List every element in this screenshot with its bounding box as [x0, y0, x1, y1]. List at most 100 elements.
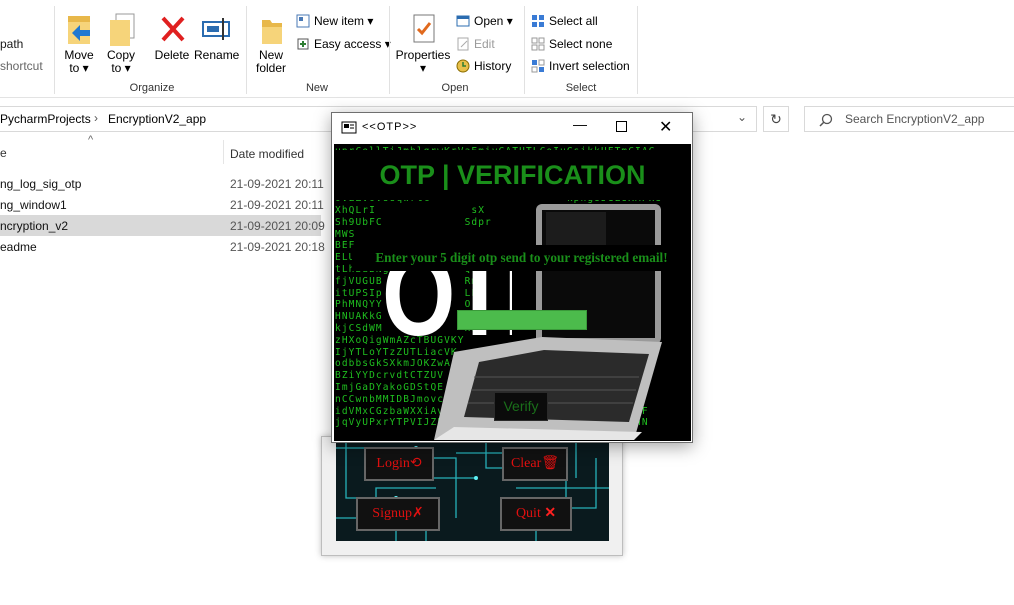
column-divider[interactable] [223, 140, 224, 164]
new-group-label: New [305, 82, 328, 94]
delete-label: Delete [154, 48, 190, 62]
file-name: ncryption_v2 [0, 219, 69, 233]
divider [637, 6, 638, 94]
otp-window-title: <<OTP>> [362, 121, 418, 133]
edit-icon [457, 37, 469, 51]
maximize-icon[interactable] [616, 121, 627, 132]
verify-label: Verify [503, 398, 539, 414]
app-feather-icon [341, 121, 357, 134]
history-label: History [474, 59, 512, 73]
signup-button[interactable]: Signup✗ [356, 497, 440, 531]
invert-selection-icon [531, 59, 545, 73]
paste-shortcut-label: shortcut [0, 59, 43, 73]
easy-access-button[interactable]: Easy access ▾ [296, 37, 391, 51]
open-label: Open ▾ [474, 14, 513, 28]
rename-label: Rename [194, 48, 240, 62]
file-name: ng_log_sig_otp [0, 177, 82, 191]
new-item-label: New item ▾ [314, 14, 374, 28]
properties-icon [413, 14, 435, 43]
new-folder-icon [262, 20, 282, 44]
copy-path-button[interactable]: path [0, 37, 23, 51]
otp-heading-banner: OTP | VERIFICATION [334, 150, 691, 200]
search-box[interactable]: Search EncryptionV2_app [804, 106, 1014, 132]
edit-label: Edit [474, 37, 495, 51]
copy-to-icon [110, 13, 135, 46]
list-item[interactable]: eadme 21-09-2021 20:18 [0, 236, 325, 257]
breadcrumb-item[interactable]: PycharmProjects [0, 112, 91, 126]
close-x-icon: ✕ [540, 506, 557, 521]
copy-to-button[interactable]: Copy to ▾ [104, 12, 138, 75]
otp-title-bar[interactable]: <<OTP>> — ✕ [332, 113, 692, 143]
edit-button[interactable]: Edit [456, 37, 495, 51]
select-none-button[interactable]: Select none [531, 37, 612, 51]
file-date: 21-09-2021 20:18 [230, 240, 325, 254]
easy-access-label: Easy access ▾ [314, 37, 391, 51]
invert-selection-label: Invert selection [549, 59, 630, 73]
select-none-label: Select none [549, 37, 613, 51]
minimize-icon[interactable]: — [570, 116, 590, 132]
divider [54, 6, 55, 94]
select-group-label: Select [565, 82, 597, 94]
quit-button[interactable]: Quit ✕ [500, 497, 572, 531]
signup-icon: ✗ [411, 506, 424, 521]
search-input[interactable]: Search EncryptionV2_app [845, 112, 984, 126]
breadcrumb-separator-icon: › [94, 111, 98, 125]
file-name: eadme [0, 240, 37, 254]
quit-label: Quit [515, 506, 541, 521]
rename-icon [202, 18, 230, 40]
open-icon [456, 15, 470, 27]
otp-window: <<OTP>> — ✕ uprCellTiJmblgrwKrVaEmivGATU… [331, 112, 693, 443]
new-item-icon [296, 14, 310, 28]
divider [524, 6, 525, 94]
properties-button[interactable]: Properties ▾ [395, 12, 451, 75]
ribbon: path shortcut Move to ▾ Copy to ▾ Delete… [0, 0, 1014, 98]
otp-big-label: OTP [382, 229, 512, 361]
file-date: 21-09-2021 20:09 [230, 219, 325, 233]
new-folder-button[interactable]: New folder [252, 12, 290, 75]
otp-input[interactable] [457, 310, 587, 330]
delete-button[interactable]: Delete [152, 12, 192, 62]
new-folder-label: New folder [255, 48, 287, 75]
new-item-button[interactable]: New item ▾ [296, 14, 373, 28]
address-dropdown-icon[interactable]: ⌄ [737, 110, 747, 124]
delete-icon [161, 16, 185, 42]
copy-path-label: path [0, 37, 24, 51]
history-button[interactable]: History [456, 59, 511, 73]
divider [389, 6, 390, 94]
file-date: 21-09-2021 20:11 [230, 198, 324, 212]
sort-up-icon: ^ [88, 134, 94, 146]
name-column-header[interactable]: e [0, 146, 7, 160]
open-button[interactable]: Open ▾ [456, 14, 513, 28]
login-label: Login [376, 456, 410, 471]
list-item[interactable]: ng_log_sig_otp 21-09-2021 20:11 [0, 173, 324, 194]
verify-button[interactable]: Verify [494, 392, 548, 421]
refresh-button[interactable]: ↻ [763, 106, 789, 132]
search-icon [819, 113, 833, 127]
move-to-label: Move to ▾ [64, 48, 94, 75]
otp-big-text: OTP [382, 220, 512, 370]
otp-window-body: uprCellTiJmblgrwKrVaEmivGATUTLCoIuGsikkU… [334, 144, 691, 441]
move-to-button[interactable]: Move to ▾ [62, 12, 96, 75]
paste-shortcut-button[interactable]: shortcut [0, 59, 43, 73]
breadcrumb-item[interactable]: EncryptionV2_app [108, 112, 206, 126]
close-icon[interactable]: ✕ [659, 117, 672, 137]
date-column-header[interactable]: Date modified [230, 147, 304, 161]
clear-label: Clear [510, 456, 542, 471]
select-none-icon [531, 37, 545, 51]
organize-group-label: Organize [129, 82, 175, 94]
rename-button[interactable]: Rename [194, 12, 240, 62]
select-all-icon [532, 15, 544, 27]
file-date: 21-09-2021 20:11 [230, 177, 324, 191]
clear-button[interactable]: Clear🗑 [502, 447, 568, 481]
history-icon [456, 59, 470, 73]
list-item-selected[interactable]: ncryption_v2 21-09-2021 20:09 [0, 215, 325, 236]
copy-to-label: Copy to ▾ [106, 48, 135, 75]
otp-prompt-banner: Enter your 5 digit otp send to your regi… [352, 245, 691, 271]
select-all-button[interactable]: Select all [531, 14, 598, 28]
invert-selection-button[interactable]: Invert selection [531, 59, 630, 73]
login-button[interactable]: Login⟲ [364, 447, 434, 481]
move-to-icon [68, 16, 90, 44]
select-all-label: Select all [549, 14, 598, 28]
file-name: ng_window1 [0, 198, 67, 212]
list-item[interactable]: ng_window1 21-09-2021 20:11 [0, 194, 324, 215]
